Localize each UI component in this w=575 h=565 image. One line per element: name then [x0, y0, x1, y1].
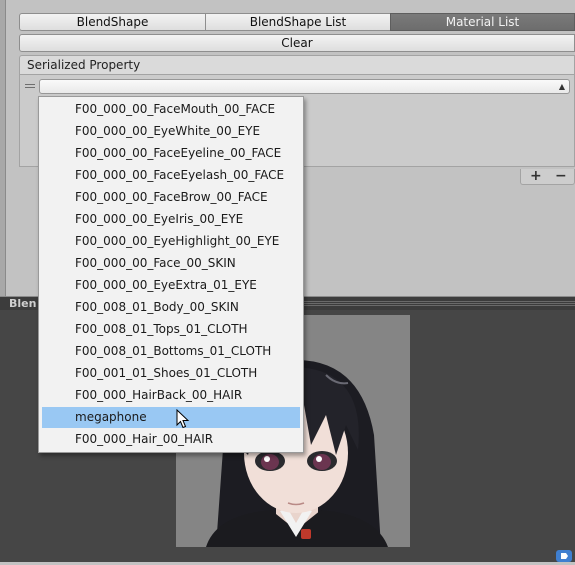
list-footer: + − [520, 168, 575, 185]
tag-icon[interactable] [556, 549, 572, 562]
tab-blendshape[interactable]: BlendShape [19, 13, 206, 31]
material-dropdown[interactable]: ▲ [39, 79, 570, 94]
popup-item-hair[interactable]: F00_000_Hair_00_HAIR [42, 429, 300, 450]
popup-item-face-eyelash[interactable]: F00_000_00_FaceEyelash_00_FACE [42, 165, 300, 186]
popup-item-face-eyeline[interactable]: F00_000_00_FaceEyeline_00_FACE [42, 143, 300, 164]
remove-button[interactable]: − [555, 168, 567, 184]
popup-item-megaphone[interactable]: megaphone [42, 407, 300, 428]
popup-item-eye-highlight[interactable]: F00_000_00_EyeHighlight_00_EYE [42, 231, 300, 252]
serialized-property-header: Serialized Property [19, 55, 575, 75]
popup-item-shoes-cloth[interactable]: F00_001_01_Shoes_01_CLOTH [42, 363, 300, 384]
preview-title: Blen [9, 297, 37, 310]
popup-item-tops-cloth[interactable]: F00_008_01_Tops_01_CLOTH [42, 319, 300, 340]
popup-item-face-brow[interactable]: F00_000_00_FaceBrow_00_FACE [42, 187, 300, 208]
tab-blendshape-list[interactable]: BlendShape List [205, 13, 391, 31]
mouse-cursor-icon [176, 408, 190, 429]
drag-handle-icon[interactable] [25, 84, 35, 90]
popup-item-hairback[interactable]: F00_000_HairBack_00_HAIR [42, 385, 300, 406]
clear-button[interactable]: Clear [19, 34, 575, 52]
left-edge [0, 0, 6, 296]
popup-item-face-mouth[interactable]: F00_000_00_FaceMouth_00_FACE [42, 99, 300, 120]
dropdown-arrows-icon: ▲ [558, 82, 565, 91]
popup-item-eye-extra[interactable]: F00_000_00_EyeExtra_01_EYE [42, 275, 300, 296]
add-button[interactable]: + [530, 168, 542, 184]
popup-item-bottoms-cloth[interactable]: F00_008_01_Bottoms_01_CLOTH [42, 341, 300, 362]
popup-item-face-skin[interactable]: F00_000_00_Face_00_SKIN [42, 253, 300, 274]
tab-material-list[interactable]: Material List [390, 13, 575, 31]
popup-item-body-skin[interactable]: F00_008_01_Body_00_SKIN [42, 297, 300, 318]
popup-item-eye-white[interactable]: F00_000_00_EyeWhite_00_EYE [42, 121, 300, 142]
tab-bar: BlendShape BlendShape List Material List [19, 13, 575, 31]
popup-item-eye-iris[interactable]: F00_000_00_EyeIris_00_EYE [42, 209, 300, 230]
material-dropdown-popup: F00_000_00_FaceMouth_00_FACE F00_000_00_… [38, 96, 304, 453]
